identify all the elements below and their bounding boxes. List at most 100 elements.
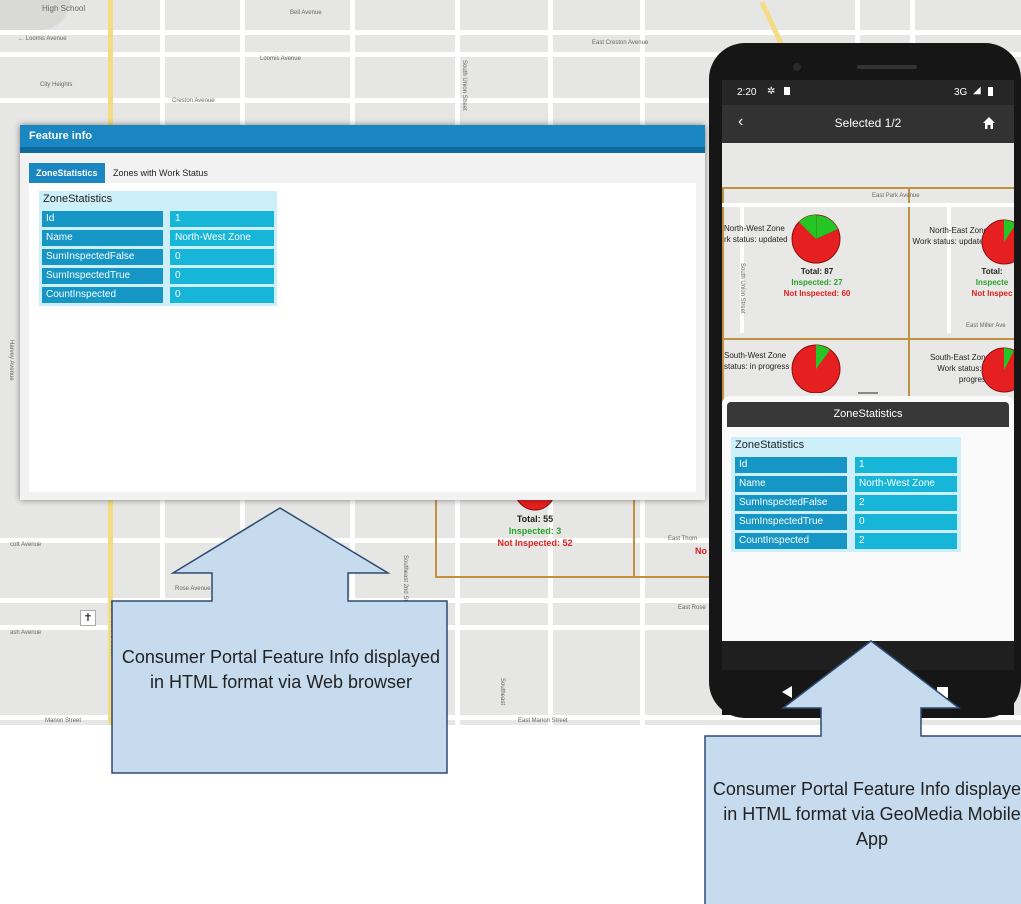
app-bar: ‹ Selected 1/2 <box>722 105 1014 143</box>
zone-total: Total: 87 <box>800 267 834 276</box>
home-icon[interactable] <box>982 116 996 130</box>
zone-title: South-East Zone <box>929 353 990 362</box>
road <box>722 203 1014 207</box>
zone-total: Total: <box>981 267 1003 276</box>
street-label: Southeast <box>499 678 505 706</box>
web-callout-text: Consumer Portal Feature Info displayed i… <box>121 647 441 692</box>
zone-inspected: Inspected: 3 <box>508 526 562 536</box>
table-value: 1 <box>170 211 274 227</box>
table-value: 2 <box>855 495 957 511</box>
table-key: CountInspected <box>42 287 163 303</box>
zone-nw-label: North-West Zone rk status: updated <box>724 223 788 245</box>
phone-camera <box>793 63 801 71</box>
phone-screen: 2:20 ✲ 3G ◢ ‹ Selected 1/2 East Park Ave… <box>722 80 1014 715</box>
zone-status: status: in progress <box>724 362 790 371</box>
street-label: South Union Street <box>461 60 467 111</box>
zone-not-inspected: Not Inspected: 52 <box>497 538 573 548</box>
street-label: East Miller Ave <box>966 323 1006 329</box>
zone-ne-stats: Total: Inspecte Not Inspec <box>962 266 1014 299</box>
road <box>947 203 951 333</box>
tab-zones-with-work-status[interactable]: Zones with Work Status <box>106 163 215 184</box>
street-label: ash Avenue <box>10 630 42 636</box>
zone-se-pie <box>981 347 1014 393</box>
table-value: 1 <box>855 457 957 473</box>
tab-zone-statistics[interactable]: ZoneStatistics <box>29 163 105 184</box>
dialog-title: Feature info <box>20 125 705 153</box>
signal-icon: ◢ <box>973 85 981 96</box>
zone-sw-pie <box>791 344 841 393</box>
street-label: East Park Avenue <box>872 193 920 199</box>
zone-status: Work status: updated <box>912 237 988 246</box>
table-key: Id <box>42 211 163 227</box>
table-key: CountInspected <box>735 533 847 549</box>
table-key: Name <box>42 230 163 246</box>
zone-status: rk status: updated <box>724 235 788 244</box>
network-label: 3G <box>954 87 968 98</box>
main-road <box>759 1 786 49</box>
zone-statistics-table: ZoneStatistics Id 1 Name North-West Zone… <box>39 191 277 306</box>
sheet-title: ZoneStatistics <box>727 402 1009 427</box>
tab-panel: ZoneStatistics Id 1 Name North-West Zone… <box>29 183 696 492</box>
zone-nw-pie <box>791 214 841 264</box>
zone-status: Work status: in progress <box>937 364 990 384</box>
street-label: South Union Street <box>739 263 745 314</box>
road <box>0 30 1021 35</box>
street-label: East Rose <box>678 605 706 611</box>
zone-ne-label: North-East Zone Work status: updated <box>912 225 988 247</box>
zone-boundary <box>722 338 1014 340</box>
street-label: City Heights <box>40 82 73 88</box>
zone-se-label: South-East Zone Work status: in progress <box>912 352 990 385</box>
table-value: North-West Zone <box>170 230 274 246</box>
street-label: ← Loomis Avenue <box>18 36 67 42</box>
zone-boundary <box>722 187 1014 189</box>
zone-not-inspected: Not Inspec <box>971 289 1013 298</box>
zone-ne-pie <box>981 219 1014 265</box>
table-value: 0 <box>170 268 274 284</box>
web-callout-arrow <box>111 507 448 774</box>
street-label: Creston Avenue <box>172 98 215 104</box>
street-label: cott Avenue <box>10 542 42 548</box>
table-key: Name <box>735 476 847 492</box>
sim-icon <box>784 87 790 95</box>
zone-sw-label: South-West Zone status: in progress <box>724 350 789 372</box>
zone-title: South-West Zone <box>724 351 787 360</box>
table-key: SumInspectedFalse <box>735 495 847 511</box>
status-bar: 2:20 ✲ 3G ◢ <box>722 80 1014 105</box>
table-key: SumInspectedTrue <box>735 514 847 530</box>
zone-statistics-table: ZoneStatistics Id 1 Name North-West Zone… <box>731 437 961 552</box>
table-key: SumInspectedTrue <box>42 268 163 284</box>
street-label: East Manon Street <box>518 718 568 724</box>
mobile-callout-arrow <box>704 640 1021 904</box>
table-key: SumInspectedFalse <box>42 249 163 265</box>
street-label: High School <box>42 4 86 13</box>
street-label: Loomis Avenue <box>260 56 301 62</box>
table-value: North-West Zone <box>855 476 957 492</box>
church-icon: ✝ <box>80 610 96 626</box>
zone-total: Total: 55 <box>516 514 554 524</box>
street-label: Bell Avenue <box>290 10 322 16</box>
table-value: 0 <box>855 514 957 530</box>
zone-title: North-East Zone <box>929 226 988 235</box>
street-label: East Creston Avenue <box>592 40 649 46</box>
table-key: Id <box>735 457 847 473</box>
sheet-drag-handle[interactable] <box>858 392 878 394</box>
status-time: 2:20 <box>737 87 757 98</box>
zone-clipped-label: No <box>695 546 707 556</box>
bottom-sheet: ZoneStatistics ZoneStatistics Id 1 Name … <box>722 392 1014 641</box>
app-title: Selected 1/2 <box>834 116 902 130</box>
zone-inspected: Inspected: 27 <box>791 278 843 287</box>
battery-icon <box>988 87 993 96</box>
zone-not-inspected: Not Inspected: 60 <box>783 289 851 298</box>
zone-title: North-West Zone <box>724 224 785 233</box>
zone-nw-stats: Total: 87 Inspected: 27 Not Inspected: 6… <box>767 266 867 299</box>
street-label: Harvey Avenue <box>8 340 14 381</box>
settings-icon: ✲ <box>767 86 776 97</box>
street-label: Manon Street <box>45 718 82 724</box>
table-value: 2 <box>855 533 957 549</box>
table-value: 0 <box>170 287 274 303</box>
table-heading: ZoneStatistics <box>43 193 113 205</box>
table-value: 0 <box>170 249 274 265</box>
table-heading: ZoneStatistics <box>735 439 805 451</box>
mobile-callout-text: Consumer Portal Feature Info displayed i… <box>712 779 1021 849</box>
feature-info-dialog: Feature info ZoneStatistics Zones with W… <box>20 125 705 500</box>
